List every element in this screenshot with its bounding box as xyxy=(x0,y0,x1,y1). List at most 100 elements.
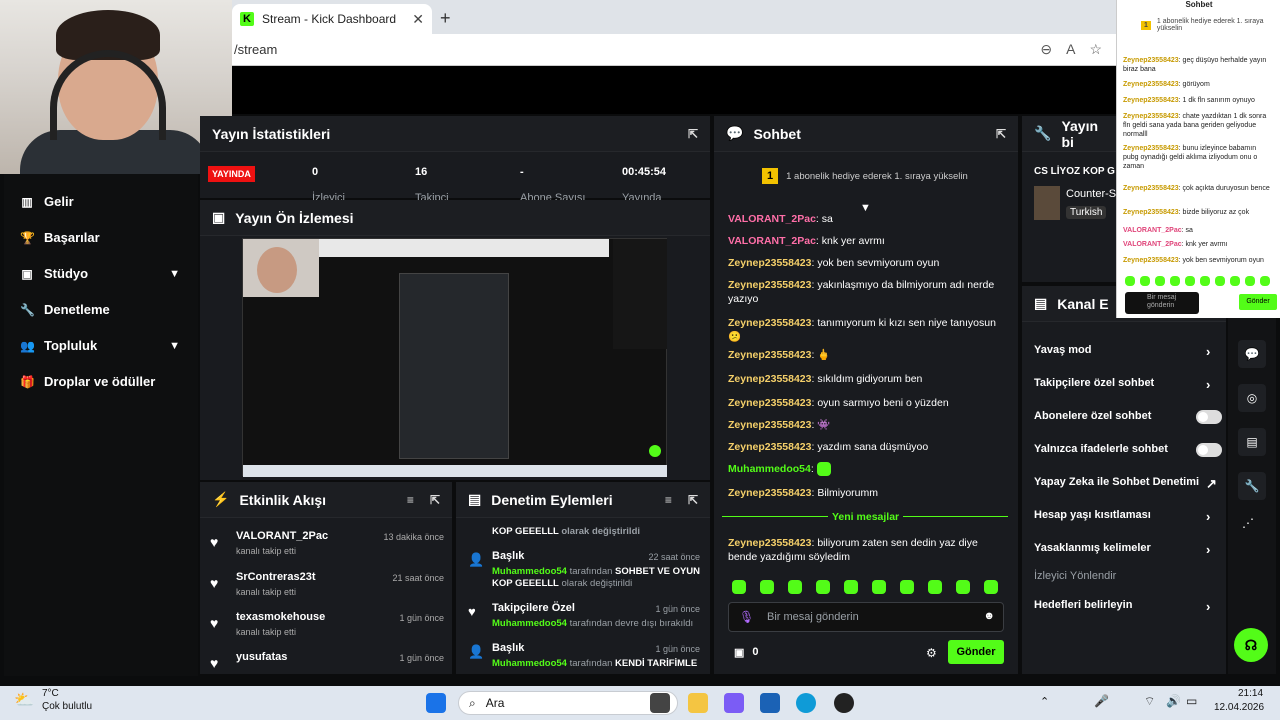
wifi-icon[interactable]: ⌔ xyxy=(1144,694,1155,709)
chevron-right-icon: › xyxy=(1206,509,1211,524)
sidebar-item-basarilar[interactable]: 🏆 Başarılar xyxy=(20,230,180,245)
browser-tab[interactable]: K Stream - Kick Dashboard ✕ xyxy=(232,4,432,34)
close-tab-icon[interactable]: ✕ xyxy=(412,11,424,28)
chat-message: Muhammedoo54: xyxy=(728,462,1008,477)
quick-actions-rail: 💬 ◎ ▤ 🔧 ⋰ ☊ xyxy=(1228,300,1276,674)
heart-icon: ♥ xyxy=(468,604,476,619)
chat-message: Zeynep23558423: sıkıldım gidiyorum ben xyxy=(728,373,923,385)
popout-chat-line: Zeynep23558423: bizde biliyoruz az çok xyxy=(1123,209,1250,216)
channel-settings-panel: ▤ Kanal E Yavaş mod › Takipçilere özel soh… xyxy=(1022,286,1226,674)
new-tab-button[interactable]: + xyxy=(440,8,451,29)
emote-bar[interactable] xyxy=(732,580,998,594)
setting-account-age[interactable]: Hesap yaşı kısıtlaması › xyxy=(1034,509,1214,524)
setting-raid: İzleyici Yönlendir xyxy=(1034,570,1117,582)
wrench-icon[interactable]: 🔧 xyxy=(1238,472,1266,500)
windows-start-icon[interactable] xyxy=(426,693,446,713)
weather-icon[interactable]: ⛅ xyxy=(14,690,34,710)
broadcast-icon[interactable]: ◎ xyxy=(1238,384,1266,412)
send-button[interactable]: Gönder xyxy=(948,640,1004,664)
chat-message: Zeynep23558423: 👾 xyxy=(728,419,831,431)
popout-icon[interactable]: ⇱ xyxy=(996,127,1006,141)
pinned-gift-banner[interactable]: 1 1 abonelik hediye ederek 1. sıraya yük… xyxy=(762,168,968,184)
category-thumbnail xyxy=(1034,186,1060,220)
popout-icon[interactable]: ⇱ xyxy=(688,127,698,141)
edge-icon[interactable] xyxy=(796,693,816,713)
toggle-switch[interactable] xyxy=(1196,410,1222,424)
setting-goals[interactable]: Hedefleri belirleyin › xyxy=(1034,599,1214,614)
obs-icon[interactable] xyxy=(834,693,854,713)
read-aloud-icon[interactable]: A xyxy=(1066,41,1075,58)
external-link-icon: ↗ xyxy=(1206,476,1217,491)
popout-icon[interactable]: ⇱ xyxy=(430,493,440,507)
emoji-icon[interactable]: ☻ xyxy=(983,610,995,622)
filter-icon[interactable]: ≡ xyxy=(665,493,672,507)
microphone-icon[interactable]: 🎤 xyxy=(1094,694,1109,708)
setting-ai-moderation[interactable]: Yapay Zeka ile Sohbet Denetimi ↗ xyxy=(1034,476,1217,491)
popout-send-button[interactable]: Gönder xyxy=(1239,294,1277,310)
filter-icon[interactable]: ≡ xyxy=(407,493,414,507)
volume-icon[interactable]: 🔊 xyxy=(1166,694,1181,708)
setting-banned-words[interactable]: Yasaklanmış kelimeler › xyxy=(1034,542,1214,557)
community-icon: 👥 xyxy=(20,338,35,353)
stat-followers: 16 Takipçi xyxy=(415,166,449,204)
setting-subs-only[interactable]: Abonelere özel sohbet xyxy=(1034,410,1222,424)
chevron-down-icon: ▼ xyxy=(169,339,180,352)
setting-followers-only[interactable]: Takipçilere özel sohbet › xyxy=(1034,377,1214,392)
emote-icon xyxy=(816,462,831,477)
sidebar-item-studyo[interactable]: ▣ Stüdyo ▼ xyxy=(20,266,180,281)
file-explorer-icon[interactable] xyxy=(688,693,708,713)
channel-points[interactable]: ▣ 0 xyxy=(734,646,759,659)
clock-date: 12.04.2026 xyxy=(1214,702,1265,713)
stream-title: CS LİYOZ KOP G xyxy=(1034,166,1115,177)
gift-icon: 🎁 xyxy=(20,374,35,389)
stat-viewers: 0 İzleyici xyxy=(312,166,346,204)
address-text: /stream xyxy=(234,42,278,57)
zoom-icon[interactable]: ⊖ xyxy=(1040,41,1052,58)
store-icon[interactable] xyxy=(760,693,780,713)
stream-stats-panel: Yayın İstatistikleri ⇱ YAYINDA 0 İzleyici… xyxy=(200,116,710,204)
share-icon[interactable]: ⋰ xyxy=(1242,516,1254,530)
rank-badge-icon: 1 xyxy=(762,168,779,184)
microphone-icon[interactable]: 🎙 xyxy=(739,610,754,624)
favorite-star-icon[interactable]: ☆ xyxy=(1089,41,1102,58)
chart-icon: ▥ xyxy=(21,194,33,209)
setting-slow-mode[interactable]: Yavaş mod › xyxy=(1034,344,1214,359)
popout-chat-input[interactable]: Bir mesaj gönderin xyxy=(1125,292,1199,314)
chat-input[interactable]: 🎙 Bir mesaj gönderin ☻ xyxy=(728,602,1004,632)
tray-chevron-icon[interactable]: ⌃ xyxy=(1040,695,1049,708)
support-headset-icon[interactable]: ☊ xyxy=(1234,628,1268,662)
terminal-icon[interactable]: ▤ xyxy=(1238,428,1266,456)
popout-icon[interactable]: ⇱ xyxy=(688,493,698,507)
task-view-icon[interactable] xyxy=(650,693,670,713)
taskbar-search[interactable]: ⌕ Ara xyxy=(458,691,678,715)
sidebar-item-droplar[interactable]: 🎁 Droplar ve ödüller xyxy=(20,374,180,389)
battery-icon[interactable]: ▭ xyxy=(1186,694,1197,708)
chevron-right-icon: › xyxy=(1206,599,1211,614)
sidebar-item-gelir[interactable]: ▥ Gelir xyxy=(20,194,180,209)
user-edit-icon: 👤 xyxy=(468,552,485,567)
chat-icon[interactable]: 💬 xyxy=(1238,340,1266,368)
sidebar-item-denetleme[interactable]: 🔧 Denetleme xyxy=(20,302,180,317)
wrench-icon: 🔧 xyxy=(1034,125,1052,141)
dashboard-sidebar: ▥ Gelir 🏆 Başarılar ▣ Stüdyo ▼ 🔧 Denetleme 👥 T… xyxy=(4,174,198,676)
popout-chat-line: Zeynep23558423: chate yazdıktan 1 dk son… xyxy=(1123,113,1267,138)
copilot-icon[interactable] xyxy=(724,693,744,713)
chat-message: Zeynep23558423: tanımıyorum ki kızı sen … xyxy=(728,317,996,343)
popout-chat-line: VALORANT_2Pac: sa xyxy=(1123,227,1193,234)
popout-chat-line: Zeynep23558423: yok ben sevmiyorum oyun xyxy=(1123,257,1264,264)
settings-gear-icon[interactable]: ⚙ xyxy=(926,646,937,660)
stat-duration: 00:45:54 Yayında xyxy=(622,166,667,204)
sidebar-item-topluluk[interactable]: 👥 Topluluk ▼ xyxy=(20,338,180,353)
heart-icon: ♥ xyxy=(210,655,219,671)
preview-video[interactable] xyxy=(242,238,667,477)
address-bar[interactable]: /stream ⊖ A ☆ xyxy=(232,34,1116,66)
toggle-switch[interactable] xyxy=(1196,443,1222,457)
popout-emote-bar[interactable] xyxy=(1125,276,1270,286)
panel-title: Yayın İstatistikleri xyxy=(212,125,331,142)
setting-emote-only[interactable]: Yalnızca ifadelerle sohbet xyxy=(1034,443,1222,457)
tv-icon: ▣ xyxy=(212,209,226,225)
points-icon: ▣ xyxy=(734,647,745,659)
chat-message: Zeynep23558423: Bilmiyorumm xyxy=(728,487,878,499)
weather-temp: 7°C xyxy=(42,688,59,699)
heart-icon: ♥ xyxy=(210,575,219,591)
